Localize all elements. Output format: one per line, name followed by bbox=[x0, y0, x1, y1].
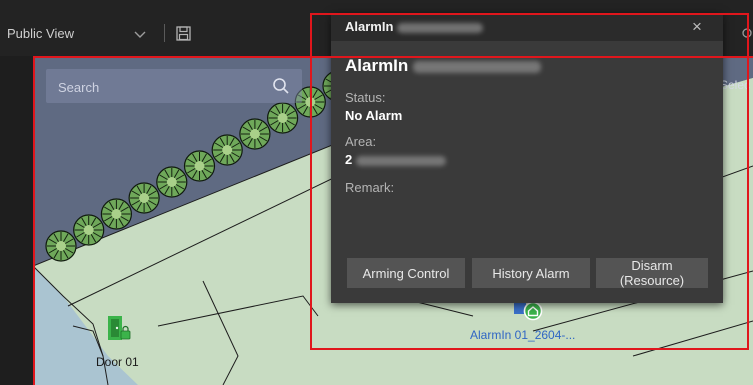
redacted-text bbox=[413, 60, 542, 73]
tree-icon bbox=[73, 214, 105, 246]
status-label: Status: bbox=[345, 90, 386, 105]
redacted-text bbox=[355, 155, 446, 166]
settings-icon[interactable] bbox=[740, 26, 753, 45]
status-value: No Alarm bbox=[345, 108, 403, 123]
history-alarm-button[interactable]: History Alarm bbox=[472, 258, 590, 288]
select-hint[interactable]: Selec bbox=[720, 78, 753, 92]
popup-header: AlarmIn × bbox=[331, 13, 723, 41]
close-icon[interactable]: × bbox=[692, 17, 702, 37]
tree-icon bbox=[183, 150, 216, 182]
alarm-input-icon[interactable] bbox=[514, 299, 544, 328]
tree-icon bbox=[45, 230, 77, 262]
alarm-input-label[interactable]: AlarmIn 01_2604-... bbox=[470, 328, 575, 342]
area-value: 2 bbox=[345, 152, 446, 167]
search-icon[interactable] bbox=[272, 77, 290, 100]
resource-name: AlarmIn bbox=[345, 56, 542, 76]
map-search[interactable] bbox=[46, 69, 302, 103]
chevron-down-icon[interactable] bbox=[134, 27, 146, 45]
redacted-text bbox=[397, 22, 484, 33]
tree-icon bbox=[239, 118, 271, 150]
alarm-input-popup: AlarmIn × AlarmIn Status: No Alarm Area:… bbox=[331, 13, 723, 303]
save-icon[interactable] bbox=[176, 26, 191, 46]
area-label: Area: bbox=[345, 134, 377, 149]
search-input[interactable] bbox=[56, 77, 270, 97]
tree-icon bbox=[267, 102, 299, 134]
tree-icon bbox=[211, 134, 243, 166]
tree-icon bbox=[156, 166, 188, 198]
tree-icon bbox=[100, 198, 133, 230]
door-icon[interactable] bbox=[106, 314, 132, 349]
tree-icon bbox=[128, 182, 160, 214]
arming-control-button[interactable]: Arming Control bbox=[347, 258, 465, 288]
toolbar-divider bbox=[164, 24, 165, 42]
popup-title: AlarmIn bbox=[345, 19, 484, 34]
remark-label: Remark: bbox=[345, 180, 395, 195]
door-label[interactable]: Door 01 bbox=[96, 355, 139, 369]
view-name[interactable]: Public View bbox=[7, 26, 74, 41]
disarm-button[interactable]: Disarm (Resource) bbox=[596, 258, 708, 288]
